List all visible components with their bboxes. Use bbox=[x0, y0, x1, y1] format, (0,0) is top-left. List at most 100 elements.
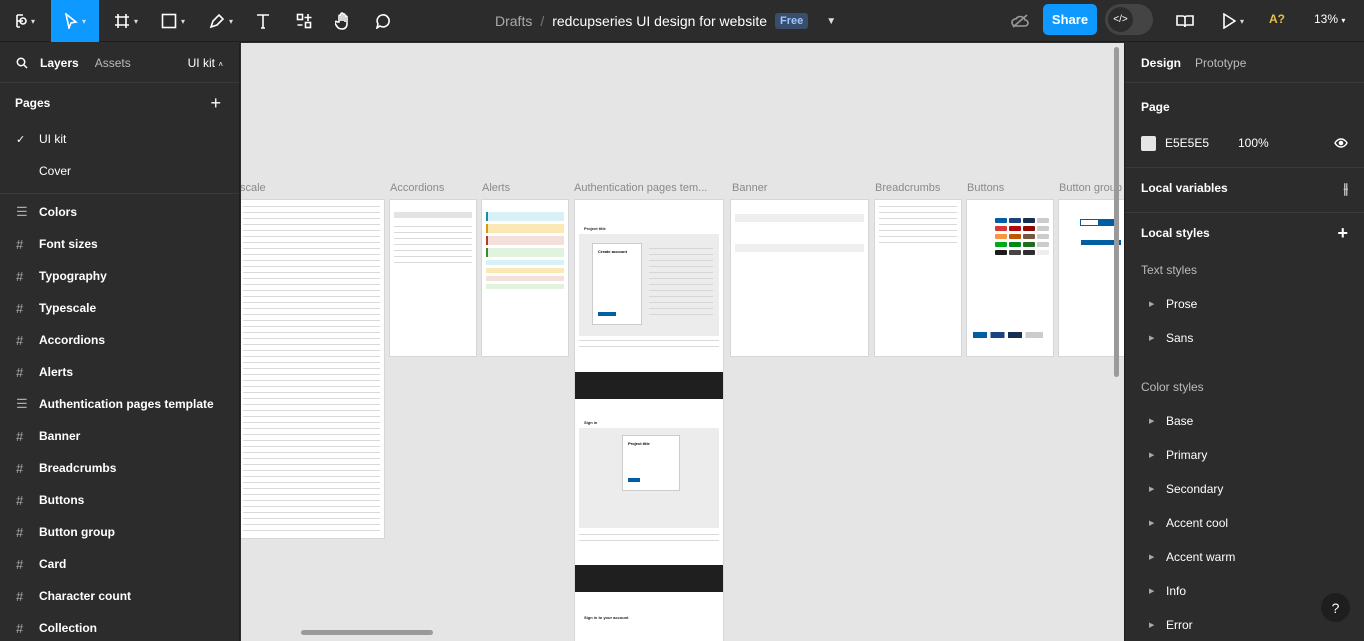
layer-item[interactable]: # Card bbox=[0, 548, 239, 580]
layer-item[interactable]: # Character count bbox=[0, 580, 239, 612]
plan-badge[interactable]: Free bbox=[775, 13, 809, 29]
frame-breadcrumbs[interactable] bbox=[875, 200, 961, 356]
frame-accordions[interactable] bbox=[390, 200, 476, 356]
file-menu-chevron-icon[interactable]: ▼ bbox=[826, 16, 836, 27]
page-item[interactable]: ✓ UI kit bbox=[0, 123, 239, 155]
style-group-item[interactable]: ▶ Base bbox=[1125, 404, 1364, 438]
frame-banner[interactable] bbox=[731, 200, 868, 356]
page-color-swatch[interactable] bbox=[1141, 135, 1156, 151]
frame-typescale[interactable] bbox=[241, 200, 384, 538]
frame-tool-button[interactable]: ▾ bbox=[108, 0, 144, 42]
page-color-hex[interactable]: E5E5E5 bbox=[1165, 136, 1209, 150]
cursor-icon bbox=[64, 13, 78, 29]
frame-label[interactable]: Buttons bbox=[967, 182, 1004, 194]
text-tool-button[interactable] bbox=[250, 0, 276, 42]
frame-label[interactable]: Banner bbox=[732, 182, 767, 194]
layer-item[interactable]: # Typescale bbox=[0, 292, 239, 324]
layer-item-label: Font sizes bbox=[39, 237, 98, 251]
chevron-right-icon: ▶ bbox=[1149, 452, 1155, 459]
frame-icon: # bbox=[16, 364, 24, 380]
library-selector[interactable]: UI kit ˄ bbox=[188, 56, 223, 70]
left-panel-tabs: Layers Assets UI kit ˄ bbox=[0, 43, 239, 83]
page-opacity[interactable]: 100% bbox=[1238, 136, 1269, 150]
style-group-item[interactable]: ▶ Prose bbox=[1125, 287, 1364, 321]
layer-item-label: Collection bbox=[39, 621, 98, 635]
style-group-label: Primary bbox=[1166, 448, 1208, 462]
resources-icon bbox=[296, 13, 312, 29]
share-button[interactable]: Share bbox=[1043, 4, 1097, 35]
layer-item[interactable]: # Buttons bbox=[0, 484, 239, 516]
layer-item-label: Typescale bbox=[39, 301, 97, 315]
search-icon[interactable] bbox=[16, 57, 28, 69]
present-button[interactable]: ▾ bbox=[1215, 0, 1251, 42]
comment-tool-button[interactable] bbox=[370, 0, 396, 42]
add-page-icon[interactable]: + bbox=[210, 93, 221, 114]
button-swatch bbox=[1023, 218, 1035, 223]
frame-icon: # bbox=[16, 268, 24, 284]
create-account-submit bbox=[598, 312, 616, 316]
shape-tool-button[interactable]: ▾ bbox=[155, 0, 191, 42]
auth-sign-in-area: Project title bbox=[579, 428, 719, 528]
horizontal-scrollbar[interactable] bbox=[301, 630, 433, 635]
section-icon: ☰ bbox=[16, 396, 28, 411]
layer-item[interactable]: # Alerts bbox=[0, 356, 239, 388]
help-button[interactable]: ? bbox=[1321, 593, 1350, 622]
breadcrumb-drafts[interactable]: Drafts bbox=[495, 13, 532, 29]
style-group-item[interactable]: ▶ Secondary bbox=[1125, 472, 1364, 506]
page-item[interactable]: Cover bbox=[0, 155, 239, 187]
tab-assets[interactable]: Assets bbox=[95, 56, 131, 70]
frame-authentication-pages[interactable]: Project title Create account Sign in Pro… bbox=[575, 200, 723, 641]
vertical-scrollbar[interactable] bbox=[1114, 47, 1119, 377]
button-swatch bbox=[1037, 234, 1049, 239]
layer-item[interactable]: # Typography bbox=[0, 260, 239, 292]
sign-in-submit bbox=[628, 478, 640, 482]
multiplayer-off-button[interactable] bbox=[1007, 0, 1033, 42]
create-account-card: Create account bbox=[593, 244, 641, 324]
layer-item[interactable]: # Collection bbox=[0, 612, 239, 641]
missing-fonts-warning[interactable]: A? bbox=[1269, 12, 1285, 26]
local-variables-row[interactable]: Local variables ⫲ bbox=[1125, 168, 1364, 208]
frame-alerts[interactable] bbox=[482, 200, 568, 356]
library-button[interactable] bbox=[1172, 0, 1198, 42]
style-group-item[interactable]: ▶ Sans bbox=[1125, 321, 1364, 355]
layer-item[interactable]: ☰ Authentication pages template bbox=[0, 388, 239, 420]
move-tool-button[interactable]: ▾ bbox=[51, 0, 99, 42]
frame-label[interactable]: Button group bbox=[1059, 182, 1122, 194]
tab-prototype[interactable]: Prototype bbox=[1195, 56, 1246, 70]
main-menu-button[interactable]: ▾ bbox=[8, 0, 42, 42]
auth-project-title: Project title bbox=[584, 226, 606, 231]
pen-tool-button[interactable]: ▾ bbox=[202, 0, 240, 42]
layer-item[interactable]: # Button group bbox=[0, 516, 239, 548]
layer-item[interactable]: # Font sizes bbox=[0, 228, 239, 260]
page-background-row[interactable]: E5E5E5 100% bbox=[1125, 127, 1364, 159]
layer-item[interactable]: ☰ Colors bbox=[0, 196, 239, 228]
tab-design[interactable]: Design bbox=[1141, 56, 1181, 70]
chevron-right-icon: ▶ bbox=[1149, 486, 1155, 493]
tab-layers[interactable]: Layers bbox=[40, 56, 79, 70]
dev-mode-toggle[interactable]: </> bbox=[1105, 4, 1153, 35]
resources-button[interactable] bbox=[290, 0, 318, 42]
eye-icon[interactable] bbox=[1334, 138, 1348, 148]
layer-item[interactable]: # Breadcrumbs bbox=[0, 452, 239, 484]
zoom-dropdown[interactable]: 13% ▾ bbox=[1314, 12, 1345, 26]
frame-label[interactable]: Authentication pages tem... bbox=[574, 182, 707, 194]
design-canvas[interactable]: scale Accordions Alerts Authentication page… bbox=[241, 43, 1124, 641]
frame-label[interactable]: scale bbox=[241, 182, 266, 194]
layer-item-label: Alerts bbox=[39, 365, 74, 379]
file-name[interactable]: redcupseries UI design for website bbox=[552, 13, 767, 29]
button-group-segmented bbox=[1081, 220, 1115, 225]
frame-label[interactable]: Breadcrumbs bbox=[875, 182, 940, 194]
style-group-item[interactable]: ▶ Accent cool bbox=[1125, 506, 1364, 540]
add-style-icon[interactable]: + bbox=[1337, 223, 1348, 244]
variables-adjust-icon[interactable]: ⫲ bbox=[1343, 180, 1348, 197]
style-group-item[interactable]: ▶ Primary bbox=[1125, 438, 1364, 472]
style-group-item[interactable]: ▶ Accent warm bbox=[1125, 540, 1364, 574]
hand-tool-button[interactable] bbox=[330, 0, 356, 42]
frame-label[interactable]: Alerts bbox=[482, 182, 510, 194]
layer-item[interactable]: # Accordions bbox=[0, 324, 239, 356]
frame-buttons[interactable] bbox=[967, 200, 1053, 356]
text-styles-list: ▶ Prose ▶ Sans bbox=[1125, 287, 1364, 355]
layer-item[interactable]: # Banner bbox=[0, 420, 239, 452]
frame-label[interactable]: Accordions bbox=[390, 182, 444, 194]
button-swatch bbox=[1023, 226, 1035, 231]
